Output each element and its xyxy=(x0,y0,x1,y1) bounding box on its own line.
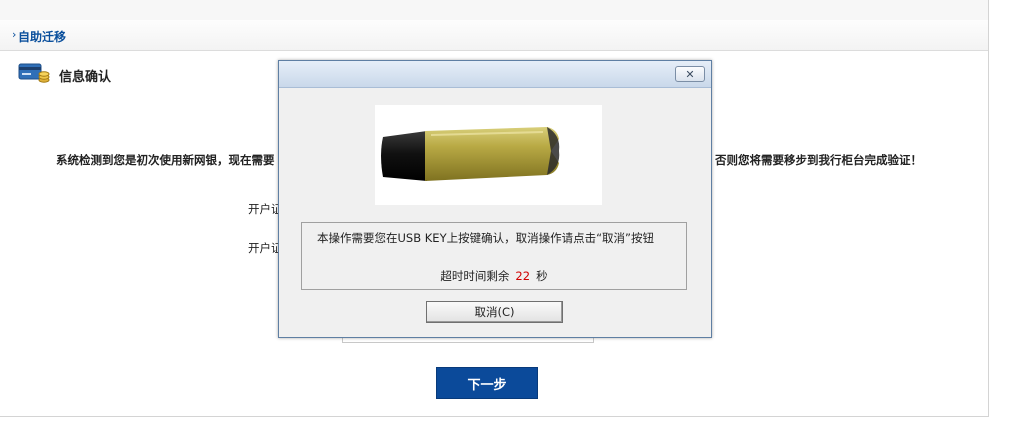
top-strip xyxy=(0,0,988,20)
breadcrumb: › 自助迁移 xyxy=(0,20,988,51)
dialog-titlebar[interactable]: ✕ xyxy=(279,61,711,88)
cancel-button[interactable]: 取消(C) xyxy=(426,301,563,323)
usb-key-confirm-dialog: ✕ 本操作需要您在USB KEY上按键确认，取消操作请点击“取消”按钮 超时时间… xyxy=(278,60,712,338)
usb-key-instruction: 本操作需要您在USB KEY上按键确认，取消操作请点击“取消”按钮 xyxy=(317,231,655,245)
usb-key-image xyxy=(375,105,602,205)
timeout-unit: 秒 xyxy=(536,269,548,283)
section-title: 信息确认 xyxy=(59,70,112,85)
timeout-prefix: 超时时间剩余 xyxy=(440,269,510,283)
timeout-seconds-value: 22 xyxy=(515,269,531,283)
usb-key-icon xyxy=(381,127,560,181)
breadcrumb-link-self-migration[interactable]: 自助迁移 xyxy=(18,28,66,45)
next-step-button[interactable]: 下一步 xyxy=(436,367,538,399)
timeout-countdown: 超时时间剩余 22 秒 xyxy=(302,268,686,284)
bank-card-coins-icon xyxy=(18,63,50,83)
close-icon[interactable]: ✕ xyxy=(675,66,705,82)
usb-key-message-box: 本操作需要您在USB KEY上按键确认，取消操作请点击“取消”按钮 超时时间剩余… xyxy=(301,222,687,290)
notice-left-text: 系统检测到您是初次使用新网银，现在需要 xyxy=(56,153,275,167)
breadcrumb-arrow-icon: › xyxy=(12,28,17,41)
notice-right-text: 否则您将需要移步到我行柜台完成验证！ xyxy=(715,153,922,167)
